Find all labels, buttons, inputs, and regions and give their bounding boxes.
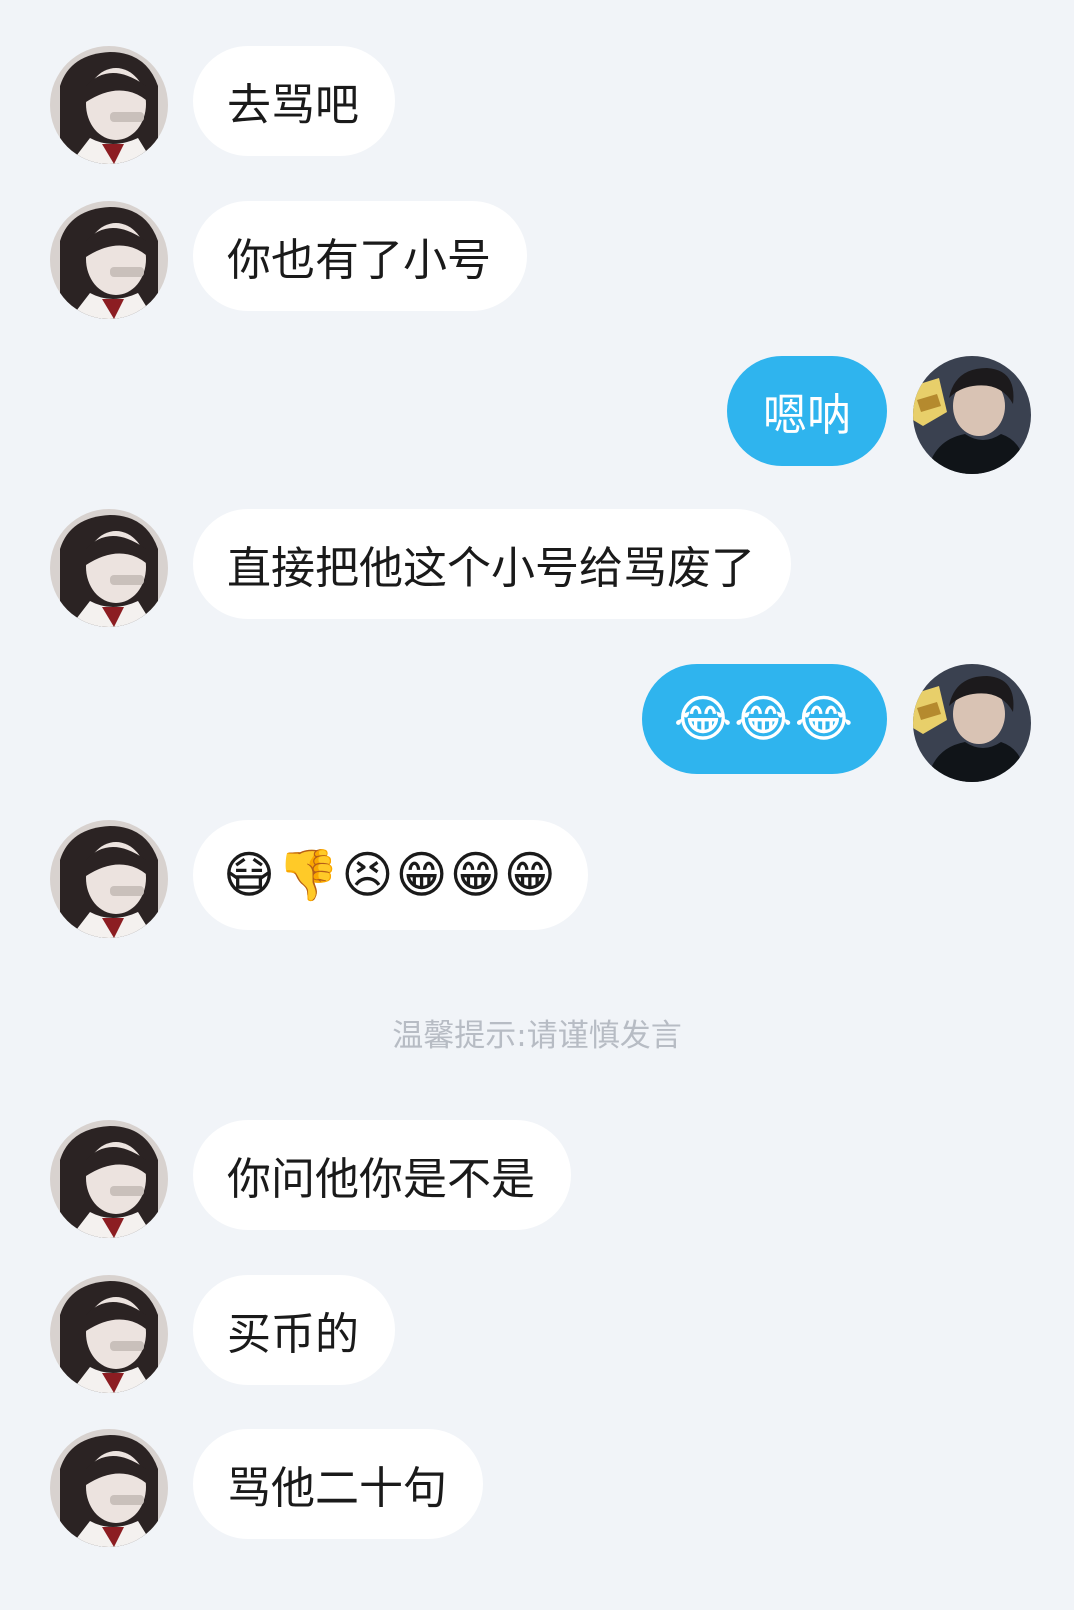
girl-avatar-icon[interactable] xyxy=(50,201,168,319)
girl-avatar-icon[interactable] xyxy=(50,1120,168,1238)
girl-avatar-icon[interactable] xyxy=(50,46,168,164)
girl-avatar-icon[interactable] xyxy=(50,509,168,627)
message-bubble[interactable]: 😂😂😂 xyxy=(641,664,887,774)
message-bubble[interactable]: 直接把他这个小号给骂废了 xyxy=(193,509,791,619)
emoji-sequence: 😷👎😣😁😁😁 xyxy=(223,845,558,904)
message-bubble[interactable]: 嗯呐 xyxy=(727,356,887,466)
girl-avatar-icon[interactable] xyxy=(50,820,168,938)
message-text: 你问他你是不是 xyxy=(227,1154,535,1205)
system-tip: 温馨提示:请谨慎发言 xyxy=(392,1018,682,1054)
message-bubble[interactable]: 骂他二十句 xyxy=(193,1429,483,1539)
message-text: 骂他二十句 xyxy=(227,1463,447,1514)
boy-avatar-icon[interactable] xyxy=(913,664,1031,782)
message-text: 嗯呐 xyxy=(763,390,851,441)
message-bubble[interactable]: 😷👎😣😁😁😁 xyxy=(193,820,588,930)
girl-avatar-icon[interactable] xyxy=(50,1275,168,1393)
message-bubble[interactable]: 买币的 xyxy=(193,1275,395,1385)
message-text: 买币的 xyxy=(227,1309,359,1360)
boy-avatar-icon[interactable] xyxy=(913,356,1031,474)
message-bubble[interactable]: 你问他你是不是 xyxy=(193,1120,571,1230)
message-bubble[interactable]: 去骂吧 xyxy=(193,46,395,156)
girl-avatar-icon[interactable] xyxy=(50,1429,168,1547)
tears-of-joy-emoji-group: 😂😂😂 xyxy=(673,690,855,748)
message-text: 你也有了小号 xyxy=(227,235,491,286)
chat-view: 去骂吧 你也有了小号 嗯呐 直接把他这个小号给骂废了 😂😂😂 😷👎😣😁😁😁 温馨… xyxy=(0,0,1074,1610)
message-bubble[interactable]: 你也有了小号 xyxy=(193,201,527,311)
message-text: 直接把他这个小号给骂废了 xyxy=(227,543,755,594)
message-text: 去骂吧 xyxy=(227,80,359,131)
